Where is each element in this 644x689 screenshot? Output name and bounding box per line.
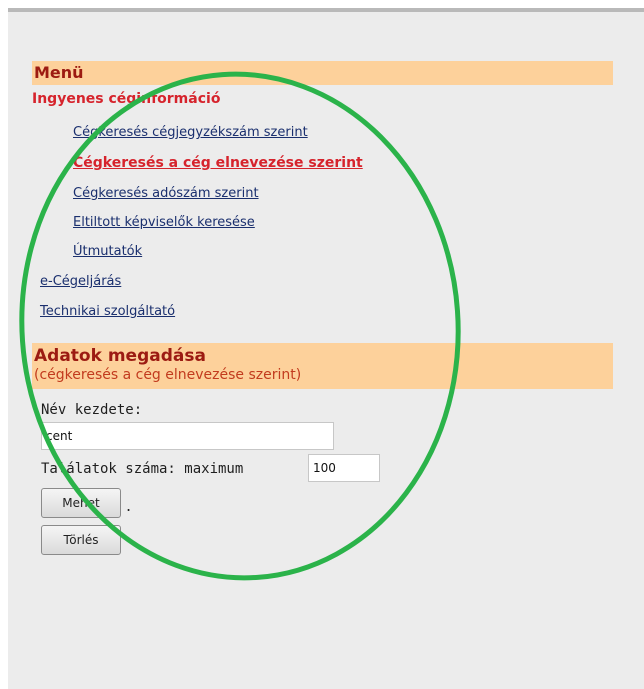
search-by-company-name-link[interactable]: Cégkeresés a cég elnevezése szerint (73, 155, 363, 171)
technical-provider-link[interactable]: Technikai szolgáltató (40, 304, 175, 319)
e-company-procedure-link[interactable]: e-Cégeljárás (40, 274, 121, 289)
data-entry-subtitle: (cégkeresés a cég elnevezése szerint) (34, 367, 302, 383)
trailing-dot: . (126, 496, 132, 515)
name-start-input[interactable] (41, 422, 334, 450)
data-entry-title: Adatok megadása (34, 346, 206, 366)
guides-link[interactable]: Útmutatók (73, 244, 142, 259)
go-button[interactable]: Mehet (41, 488, 121, 518)
results-count-label: Találatok száma: maximum (41, 461, 244, 477)
data-entry-header: Adatok megadása (cégkeresés a cég elneve… (32, 343, 613, 389)
name-start-label: Név kezdete: (41, 402, 143, 418)
search-by-tax-number-link[interactable]: Cégkeresés adószám szerint (73, 186, 259, 201)
results-max-input[interactable] (308, 454, 380, 482)
search-by-registration-number-link[interactable]: Cégkeresés cégjegyzékszám szerint (73, 125, 308, 140)
menu-title: Menü (34, 63, 84, 82)
free-company-info-heading[interactable]: Ingyenes céginformáció (32, 91, 220, 107)
clear-button[interactable]: Törlés (41, 525, 121, 555)
banned-representatives-search-link[interactable]: Eltiltott képviselők keresése (73, 215, 255, 230)
menu-header: Menü (32, 61, 613, 85)
